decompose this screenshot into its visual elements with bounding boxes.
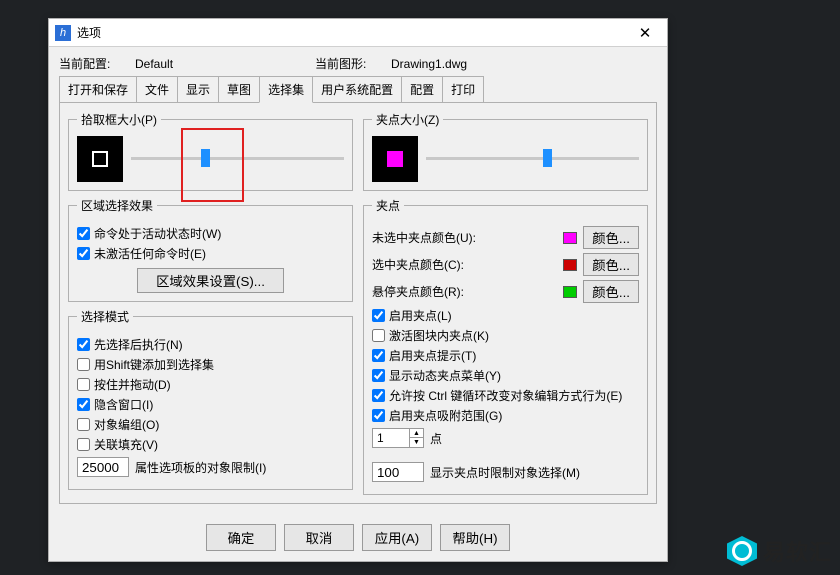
pickbox-preview xyxy=(77,136,123,182)
chk-implied-input[interactable] xyxy=(77,398,90,411)
chk-ctrl[interactable]: 允许按 Ctrl 键循环改变对象编辑方式行为(E) xyxy=(372,387,639,404)
spin-down-icon[interactable]: ▼ xyxy=(409,438,423,447)
selcount-label: 显示夹点时限制对象选择(M) xyxy=(430,464,580,481)
unsel-color-button[interactable]: 颜色... xyxy=(583,226,639,249)
pickbox-icon xyxy=(92,151,108,167)
hover-color-button[interactable]: 颜色... xyxy=(583,280,639,303)
btn-area-effects[interactable]: 区域效果设置(S)... xyxy=(137,268,284,293)
gripsize-group: 夹点大小(Z) xyxy=(363,111,648,191)
unsel-color-label: 未选中夹点颜色(U): xyxy=(372,229,557,246)
tab-draft[interactable]: 草图 xyxy=(218,76,260,103)
hover-swatch xyxy=(563,286,577,298)
cancel-button[interactable]: 取消 xyxy=(284,524,354,551)
app-icon: h xyxy=(55,25,71,41)
tab-content: 拾取框大小(P) 区域选择效果 xyxy=(59,102,657,504)
tabstrip: 打开和保存 文件 显示 草图 选择集 用户系统配置 配置 打印 xyxy=(59,76,657,102)
selection-effects-legend: 区域选择效果 xyxy=(77,197,157,214)
chk-shift-input[interactable] xyxy=(77,358,90,371)
chk-pressdrag-input[interactable] xyxy=(77,378,90,391)
chk-griptips-input[interactable] xyxy=(372,349,385,362)
selection-mode-legend: 选择模式 xyxy=(77,308,133,325)
pickbox-slider[interactable] xyxy=(131,147,344,171)
drawing-value: Drawing1.dwg xyxy=(391,57,561,71)
pickbox-group: 拾取框大小(P) xyxy=(68,111,353,191)
pickbox-legend: 拾取框大小(P) xyxy=(77,111,161,128)
grip-preview xyxy=(372,136,418,182)
spin-up-icon[interactable]: ▲ xyxy=(409,429,423,438)
config-value: Default xyxy=(135,57,305,71)
button-row: 确定 取消 应用(A) 帮助(H) xyxy=(49,514,667,561)
chk-pressdrag[interactable]: 按住并拖动(D) xyxy=(77,376,344,393)
chk-active-command-input[interactable] xyxy=(77,227,90,240)
titlebar: h 选项 ✕ xyxy=(49,19,667,47)
chk-active-command[interactable]: 命令处于活动状态时(W) xyxy=(77,225,344,242)
grip-group: 夹点 未选中夹点颜色(U): 颜色... 选中夹点颜色(C): 颜色... 悬停… xyxy=(363,197,648,495)
dialog-title: 选项 xyxy=(77,24,629,41)
limit-input[interactable] xyxy=(77,457,129,477)
apply-button[interactable]: 应用(A) xyxy=(362,524,432,551)
chk-assoc-input[interactable] xyxy=(77,438,90,451)
selcount-input[interactable] xyxy=(372,462,424,482)
chk-block-grips-input[interactable] xyxy=(372,329,385,342)
unsel-swatch xyxy=(563,232,577,244)
chk-inactive-command-input[interactable] xyxy=(77,247,90,260)
chk-block-grips[interactable]: 激活图块内夹点(K) xyxy=(372,327,639,344)
chk-attraction[interactable]: 启用夹点吸附范围(G) xyxy=(372,407,639,424)
sel-color-button[interactable]: 颜色... xyxy=(583,253,639,276)
point-value: 1 xyxy=(373,431,409,445)
drawing-label: 当前图形: xyxy=(315,55,381,72)
chk-attraction-input[interactable] xyxy=(372,409,385,422)
chk-presel[interactable]: 先选择后执行(N) xyxy=(77,336,344,353)
watermark-icon xyxy=(727,536,757,566)
grip-icon xyxy=(387,151,403,167)
chk-enable-grips-input[interactable] xyxy=(372,309,385,322)
chk-dynmenu[interactable]: 显示动态夹点菜单(Y) xyxy=(372,367,639,384)
chk-griptips[interactable]: 启用夹点提示(T) xyxy=(372,347,639,364)
chk-ctrl-input[interactable] xyxy=(372,389,385,402)
selection-effects-group: 区域选择效果 命令处于活动状态时(W) 未激活任何命令时(E) 区域效果设置(S… xyxy=(68,197,353,302)
help-button[interactable]: 帮助(H) xyxy=(440,524,510,551)
chk-dynmenu-input[interactable] xyxy=(372,369,385,382)
tab-display[interactable]: 显示 xyxy=(177,76,219,103)
tab-selection[interactable]: 选择集 xyxy=(259,76,313,103)
chk-inactive-command[interactable]: 未激活任何命令时(E) xyxy=(77,245,344,262)
tab-plot[interactable]: 打印 xyxy=(442,76,484,103)
hover-color-label: 悬停夹点颜色(R): xyxy=(372,283,557,300)
chk-assoc[interactable]: 关联填充(V) xyxy=(77,436,344,453)
options-dialog: h 选项 ✕ 当前配置: Default 当前图形: Drawing1.dwg … xyxy=(48,18,668,562)
watermark: 易软汇 xyxy=(727,535,832,567)
tab-open-save[interactable]: 打开和保存 xyxy=(59,76,137,103)
chk-group-input[interactable] xyxy=(77,418,90,431)
tab-profiles[interactable]: 配置 xyxy=(401,76,443,103)
config-label: 当前配置: xyxy=(59,55,125,72)
tab-user-prefs[interactable]: 用户系统配置 xyxy=(312,76,402,103)
point-spin[interactable]: 1 ▲▼ xyxy=(372,428,424,448)
chk-group[interactable]: 对象编组(O) xyxy=(77,416,344,433)
chk-presel-input[interactable] xyxy=(77,338,90,351)
left-column: 拾取框大小(P) 区域选择效果 xyxy=(68,111,353,495)
close-button[interactable]: ✕ xyxy=(629,22,661,44)
gripsize-slider[interactable] xyxy=(426,147,639,171)
sel-color-label: 选中夹点颜色(C): xyxy=(372,256,557,273)
selection-mode-group: 选择模式 先选择后执行(N) 用Shift键添加到选择集 按住并拖动(D) xyxy=(68,308,353,490)
gripsize-legend: 夹点大小(Z) xyxy=(372,111,443,128)
sel-swatch xyxy=(563,259,577,271)
grip-legend: 夹点 xyxy=(372,197,404,214)
watermark-text: 易软汇 xyxy=(763,535,832,567)
context-row: 当前配置: Default 当前图形: Drawing1.dwg xyxy=(59,55,657,72)
point-label: 点 xyxy=(430,430,442,447)
chk-enable-grips[interactable]: 启用夹点(L) xyxy=(372,307,639,324)
ok-button[interactable]: 确定 xyxy=(206,524,276,551)
limit-label: 属性选项板的对象限制(I) xyxy=(135,459,266,476)
tab-file[interactable]: 文件 xyxy=(136,76,178,103)
chk-shift[interactable]: 用Shift键添加到选择集 xyxy=(77,356,344,373)
right-column: 夹点大小(Z) 夹点 未选中夹点颜色(U): xyxy=(363,111,648,495)
chk-implied[interactable]: 隐含窗口(I) xyxy=(77,396,344,413)
